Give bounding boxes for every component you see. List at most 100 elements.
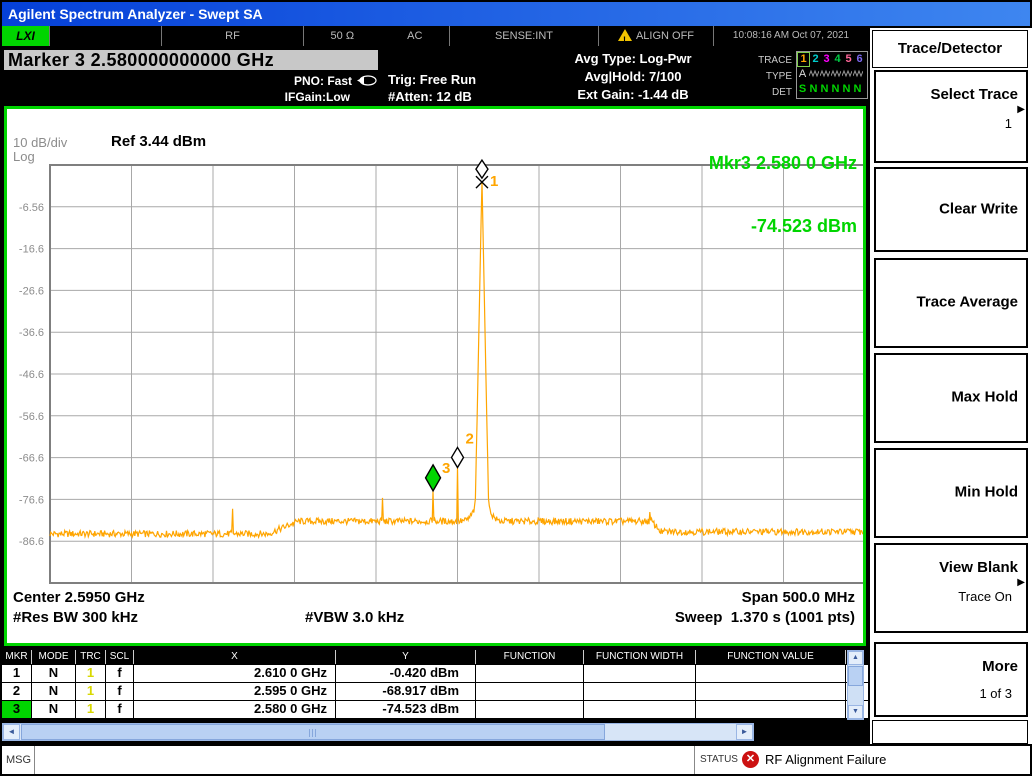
horizontal-scrollbar[interactable]	[2, 723, 754, 741]
y-axis-tick-label: -76.6	[19, 494, 44, 506]
trace-type-average: A	[797, 68, 808, 81]
status-cell-empty-1	[50, 26, 162, 46]
submenu-arrow-icon	[1017, 104, 1025, 115]
detector-3: N	[819, 83, 830, 96]
ref-level-label: Ref 3.44 dBm	[111, 133, 206, 150]
cell-y: -0.420 dBm	[336, 665, 476, 682]
softkey-label: Min Hold	[955, 484, 1018, 501]
cell-mode: N	[32, 665, 76, 682]
attenuation-status: #Atten: 12 dB	[388, 89, 472, 104]
softkey-clear-write[interactable]: Clear Write	[874, 167, 1028, 252]
softkey-max-hold[interactable]: Max Hold	[874, 353, 1028, 443]
y-axis-tick-label: -66.6	[19, 453, 44, 465]
column-header-scl: SCL	[106, 650, 134, 664]
softkey-label: Clear Write	[939, 200, 1018, 217]
column-header-function-width: FUNCTION WIDTH	[584, 650, 696, 664]
active-function-readout: Marker 3 2.580000000000 GHz	[2, 48, 380, 72]
msgbar-divider	[34, 746, 35, 774]
y-axis-tick-label: -56.6	[19, 411, 44, 423]
softkey-more[interactable]: More 1 of 3	[874, 642, 1028, 717]
cell-scl: f	[106, 665, 134, 682]
softkey-label: Select Trace	[930, 86, 1018, 103]
res-bw-annotation: #Res BW 300 kHz	[13, 609, 138, 626]
scale-per-div-label: 10 dB/div	[13, 135, 67, 150]
cell-scl: f	[106, 701, 134, 718]
marker-1-label: 1	[490, 173, 498, 190]
hscroll-thumb[interactable]	[21, 724, 605, 740]
marker-table-scrollbar[interactable]	[847, 650, 864, 720]
y-axis-tick-label: -26.6	[19, 285, 44, 297]
ext-gain-label: Ext Gain: -1.44 dB	[547, 86, 719, 104]
softkey-menu: Trace/Detector Select Trace1Clear WriteT…	[868, 28, 1032, 744]
column-header-function: FUNCTION	[476, 650, 584, 664]
softkey-trace-average[interactable]: Trace Average	[874, 258, 1028, 348]
y-axis-tick-label: -86.6	[19, 536, 44, 548]
statusbar-divider	[694, 746, 695, 774]
marker-table-row[interactable]: 3N1f2.580 0 GHz-74.523 dBm	[2, 700, 868, 718]
scroll-right-icon[interactable]	[736, 724, 753, 740]
cell-function_value	[696, 683, 846, 700]
marker-2-symbol: 2	[452, 430, 474, 467]
softkey-label: More	[982, 658, 1018, 675]
sweep-annotation: Sweep 1.370 s (1001 pts)	[675, 609, 855, 626]
spectrum-display: -6.56-16.6-26.6-36.6-46.6-56.6-66.6-76.6…	[4, 106, 866, 646]
measurement-header: Marker 3 2.580000000000 GHz PNO: Fast IF…	[2, 46, 868, 106]
legend-detector-row: SNNNNN	[797, 82, 867, 97]
scroll-left-icon[interactable]	[3, 724, 20, 740]
trace-type-write-icon	[819, 67, 830, 83]
marker-table-row[interactable]: 2N1f2.595 0 GHz-68.917 dBm	[2, 682, 868, 700]
detector-1: S	[797, 83, 808, 96]
marker-result-readout: Mkr3 2.580 0 GHz -74.523 dBm	[709, 111, 857, 279]
trace-legend-box: 123456 A SNNNNN	[796, 51, 868, 99]
warning-icon: !	[618, 29, 632, 41]
softkey-label: Max Hold	[951, 389, 1018, 406]
scroll-up-icon[interactable]	[848, 651, 863, 665]
cell-mkr: 3	[2, 701, 32, 718]
legend-type-label: TYPE	[742, 69, 792, 85]
trace-number-1: 1	[797, 52, 810, 67]
legend-trace-numbers: 123456	[797, 52, 867, 67]
marker-freq-readout: Mkr3 2.580 0 GHz	[709, 153, 857, 174]
column-header-mkr: MKR	[2, 650, 32, 664]
softkey-select-trace[interactable]: Select Trace1	[874, 70, 1028, 163]
cell-x: 2.595 0 GHz	[134, 683, 336, 700]
avg-type-label: Avg Type: Log-Pwr	[547, 50, 719, 68]
status-label: STATUS	[700, 754, 738, 765]
status-message: RF Alignment Failure	[765, 752, 886, 767]
marker-table-body: 1N1f2.610 0 GHz-0.420 dBm2N1f2.595 0 GHz…	[2, 664, 868, 718]
vscroll-thumb[interactable]	[848, 666, 863, 686]
y-axis-tick-label: -16.6	[19, 244, 44, 256]
softkey-view-blank[interactable]: View BlankTrace On	[874, 543, 1028, 633]
cell-x: 2.610 0 GHz	[134, 665, 336, 682]
softkey-label: Trace Average	[917, 294, 1018, 311]
softkey-min-hold[interactable]: Min Hold	[874, 448, 1028, 538]
trace-type-write-icon	[852, 67, 863, 83]
trace-number-3: 3	[821, 53, 832, 66]
scroll-down-icon[interactable]	[848, 705, 863, 719]
marker-table-row[interactable]: 1N1f2.610 0 GHz-0.420 dBm	[2, 664, 868, 682]
cell-mode: N	[32, 683, 76, 700]
submenu-arrow-icon	[1017, 577, 1025, 588]
legend-type-row: A	[797, 67, 867, 82]
legend-trace-label: TRACE	[742, 53, 792, 69]
cell-mkr: 2	[2, 683, 32, 700]
window-titlebar: Agilent Spectrum Analyzer - Swept SA	[2, 2, 1030, 26]
avg-hold-label: Avg|Hold: 7/100	[547, 68, 719, 86]
trace-type-write-icon	[841, 67, 852, 83]
window-title: Agilent Spectrum Analyzer - Swept SA	[8, 6, 263, 22]
trace-number-6: 6	[854, 53, 865, 66]
marker-3-symbol: 3	[426, 460, 451, 491]
cell-function_width	[584, 683, 696, 700]
trace-number-4: 4	[832, 53, 843, 66]
hscroll-grip	[309, 729, 318, 737]
softkey-sub-label: 1 of 3	[979, 686, 1012, 701]
span-annotation: Span 500.0 MHz	[742, 589, 855, 606]
cell-function	[476, 683, 584, 700]
cell-scl: f	[106, 683, 134, 700]
impedance-label: 50 Ω	[331, 26, 355, 46]
cell-function	[476, 701, 584, 718]
trigger-status: Trig: Free Run	[388, 72, 476, 87]
legend-det-label: DET	[742, 85, 792, 101]
column-header-trc: TRC	[76, 650, 106, 664]
continuous-sweep-icon	[356, 74, 378, 87]
